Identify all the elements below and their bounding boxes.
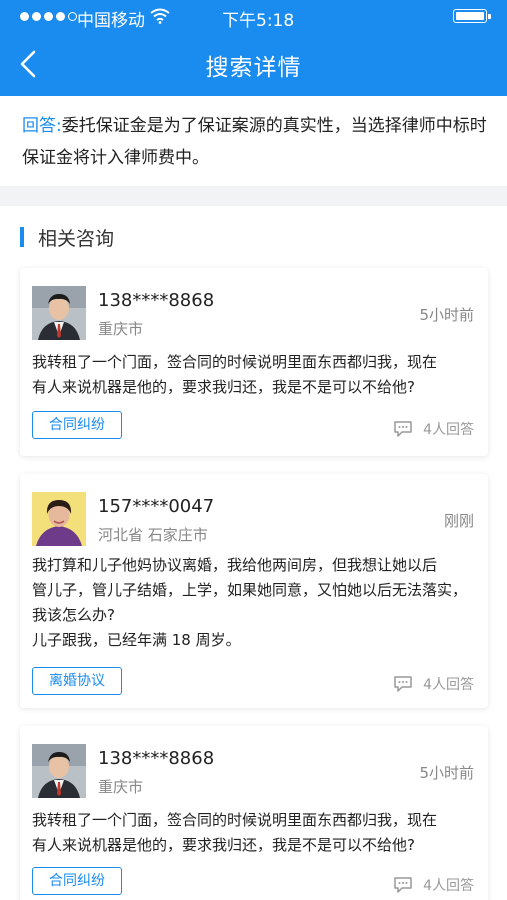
category-tag[interactable]: 合同纠纷 (32, 867, 122, 895)
question-text: 我打算和儿子他妈协议离婚，我给他两间房，但我想让她以后 管儿子，管儿子结婚，上学… (32, 553, 478, 653)
user-location: 重庆市 (98, 778, 144, 796)
comment-icon (394, 877, 412, 893)
question-line: 我转租了一个门面，签合同的时候说明里面东西都归我，现在 (32, 811, 438, 829)
consult-card[interactable]: 138****8868 重庆市 5小时前 我转租了一个门面，签合同的时候说明里面… (20, 268, 488, 456)
comment-icon (394, 421, 412, 437)
question-line: 我该怎么办? (32, 606, 115, 624)
user-phone: 138****8868 (98, 748, 215, 769)
question-text: 我转租了一个门面，签合同的时候说明里面东西都归我，现在 有人来说机器是他的，要求… (32, 808, 478, 858)
status-time: 下午5:18 (222, 11, 295, 31)
section-title: 相关咨询 (38, 227, 115, 250)
reply-count: 4人回答 (393, 674, 474, 694)
carrier-name: 中国移动 (77, 11, 145, 31)
related-section: 相关咨询 138****8868 重庆市 5小时前 我转租了一个门面，签合同的时… (0, 206, 507, 900)
consult-card[interactable]: 138****8868 重庆市 5小时前 我转租了一个门面，签合同的时候说明里面… (20, 726, 488, 900)
status-bar: 中国移动 下午5:18 (0, 0, 507, 34)
avatar (32, 744, 86, 798)
user-location: 重庆市 (98, 320, 144, 338)
avatar (32, 492, 86, 546)
wifi-icon (150, 8, 170, 28)
question-line: 我打算和儿子他妈协议离婚，我给他两间房，但我想让她以后 (32, 556, 438, 574)
answer-panel: 回答:委托保证金是为了保证案源的真实性，当选择律师中标时保证金将计入律师费中。 (0, 96, 507, 186)
question-line: 管儿子，管儿子结婚，上学，如果她同意，又怕她以后无法落实， (32, 581, 468, 599)
section-header: 相关咨询 (20, 224, 114, 250)
category-tag[interactable]: 离婚协议 (32, 667, 122, 695)
signal-strength-icon (20, 12, 77, 21)
avatar (32, 286, 86, 340)
post-time: 5小时前 (419, 764, 474, 782)
answer-text: 委托保证金是为了保证案源的真实性，当选择律师中标时保证金将计入律师费中。 (22, 116, 487, 168)
reply-count: 4人回答 (393, 419, 474, 439)
consult-card[interactable]: 157****0047 河北省 石家庄市 刚刚 我打算和儿子他妈协议离婚，我给他… (20, 474, 488, 708)
answer-text-block: 回答:委托保证金是为了保证案源的真实性，当选择律师中标时保证金将计入律师费中。 (22, 110, 492, 174)
battery-icon (453, 9, 491, 23)
question-line: 我转租了一个门面，签合同的时候说明里面东西都归我，现在 (32, 353, 438, 371)
nav-bar: 搜索详情 (0, 34, 507, 96)
comment-icon (394, 676, 412, 692)
question-line: 有人来说机器是他的，要求我归还，我是不是可以不给他? (32, 378, 415, 396)
section-accent-bar (20, 227, 24, 247)
reply-count-label: 4人回答 (423, 422, 474, 438)
reply-count-label: 4人回答 (423, 878, 474, 894)
question-line: 儿子跟我，已经年满 18 周岁。 (32, 631, 241, 649)
user-phone: 138****8868 (98, 290, 215, 311)
user-location: 河北省 石家庄市 (98, 526, 208, 544)
top-bar: 中国移动 下午5:18 搜索详情 (0, 0, 507, 96)
post-time: 5小时前 (419, 306, 474, 324)
answer-label: 回答: (22, 116, 62, 136)
question-line: 有人来说机器是他的，要求我归还，我是不是可以不给他? (32, 836, 415, 854)
user-phone: 157****0047 (98, 496, 215, 517)
category-tag[interactable]: 合同纠纷 (32, 411, 122, 439)
reply-count: 4人回答 (393, 875, 474, 895)
question-text: 我转租了一个门面，签合同的时候说明里面东西都归我，现在 有人来说机器是他的，要求… (32, 350, 478, 400)
reply-count-label: 4人回答 (423, 677, 474, 693)
post-time: 刚刚 (443, 512, 474, 530)
page-title: 搜索详情 (205, 55, 302, 81)
